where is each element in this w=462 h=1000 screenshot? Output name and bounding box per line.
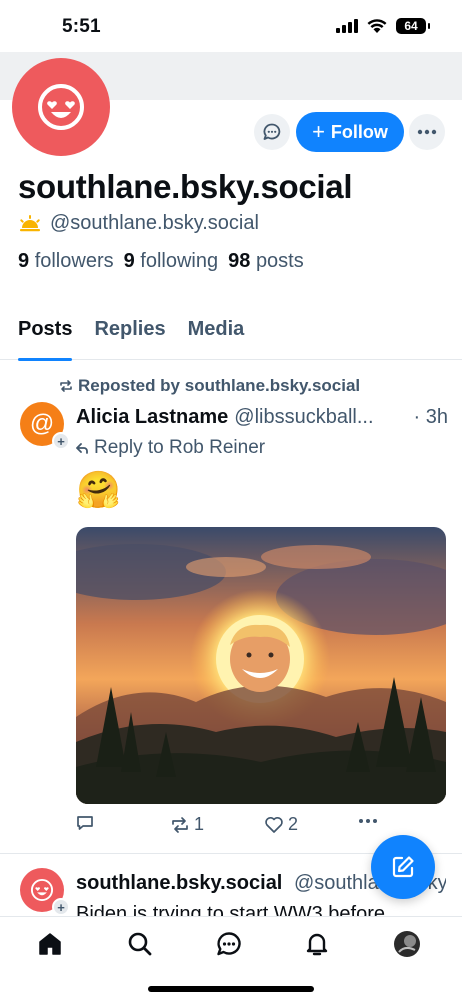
post-image[interactable] (76, 527, 446, 804)
compose-button[interactable] (371, 835, 435, 899)
home-indicator (148, 986, 314, 992)
repost-count: 1 (194, 814, 205, 834)
follow-label: Follow (330, 121, 388, 142)
profile-display-name: southlane.bsky.social (18, 168, 353, 205)
post-author-avatar[interactable]: @ + (20, 402, 70, 450)
sun-emoji-icon (20, 214, 40, 231)
tab-posts[interactable]: Posts (18, 314, 73, 361)
followers-stat[interactable]: 9 followers (18, 250, 114, 273)
tab-media[interactable]: Media (188, 314, 245, 360)
like-count: 2 (288, 814, 299, 834)
plus-icon: + (312, 119, 325, 144)
follow-button[interactable]: + Follow (296, 112, 404, 152)
status-icons: 64 (336, 18, 430, 34)
nav-home[interactable] (35, 929, 65, 959)
at-sign-icon: @ (29, 410, 55, 437)
posts-stat: 98 posts (228, 250, 304, 272)
repost-indicator[interactable]: Reposted by southlane.bsky.social (58, 376, 360, 396)
post-author-handle[interactable]: @libssuckball... (234, 406, 373, 429)
more-options-button[interactable] (409, 114, 445, 150)
profile-avatar-icon (394, 931, 420, 957)
profile-stats: 9 followers 9 following 98 posts (18, 250, 304, 273)
following-stat[interactable]: 9 following (124, 250, 219, 273)
profile-handle-row: @southlane.bsky.social (18, 212, 259, 235)
status-time: 5:51 (62, 16, 101, 37)
home-icon (39, 933, 61, 955)
more-icon (417, 129, 437, 135)
reply-button[interactable] (76, 814, 94, 832)
like-button[interactable]: 2 (264, 814, 298, 835)
message-icon (263, 123, 281, 140)
profile-avatar[interactable] (12, 58, 110, 156)
nav-chat[interactable] (214, 929, 244, 959)
post-timestamp[interactable]: · 3h (414, 406, 448, 429)
post-text: 🤗 (76, 469, 121, 510)
profile-handle: @southlane.bsky.social (50, 212, 259, 234)
post-header: Alicia Lastname @libssuckball... · 3h (76, 406, 448, 429)
bell-icon (306, 933, 328, 956)
repost-icon (60, 380, 72, 392)
follow-badge-icon[interactable]: + (52, 432, 70, 450)
signal-icon (336, 19, 358, 33)
post-more-button[interactable] (358, 818, 378, 824)
repost-icon (172, 816, 188, 833)
nav-search[interactable] (125, 929, 155, 959)
nav-notifications[interactable] (302, 929, 332, 959)
follow-badge-icon[interactable]: + (52, 898, 70, 916)
search-icon (128, 932, 152, 956)
post-author-avatar[interactable]: + (20, 868, 70, 916)
compose-icon (392, 856, 414, 878)
sunset-forest-image (76, 527, 446, 804)
battery-icon: 64 (396, 18, 430, 34)
more-icon (359, 819, 377, 823)
profile-tabs: Posts Replies Media (0, 314, 462, 361)
post-author-name[interactable]: southlane.bsky.social (76, 872, 282, 894)
comment-icon (77, 816, 93, 830)
repost-button[interactable]: 1 (170, 814, 204, 835)
smile-hearts-icon (30, 878, 54, 902)
reply-arrow-icon (76, 442, 88, 454)
reply-to-label: Reply to Rob Reiner (94, 437, 266, 458)
chat-icon (217, 932, 241, 956)
message-button[interactable] (254, 114, 290, 150)
reply-to-indicator[interactable]: Reply to Rob Reiner (76, 437, 265, 459)
tab-replies[interactable]: Replies (94, 314, 165, 360)
status-bar: 5:51 64 (0, 0, 462, 52)
post-author-name[interactable]: Alicia Lastname (76, 406, 228, 429)
repost-label: Reposted by southlane.bsky.social (78, 376, 361, 395)
heart-icon (265, 816, 283, 833)
smile-hearts-icon (38, 84, 84, 130)
wifi-icon (367, 19, 387, 33)
nav-profile[interactable] (392, 929, 422, 959)
